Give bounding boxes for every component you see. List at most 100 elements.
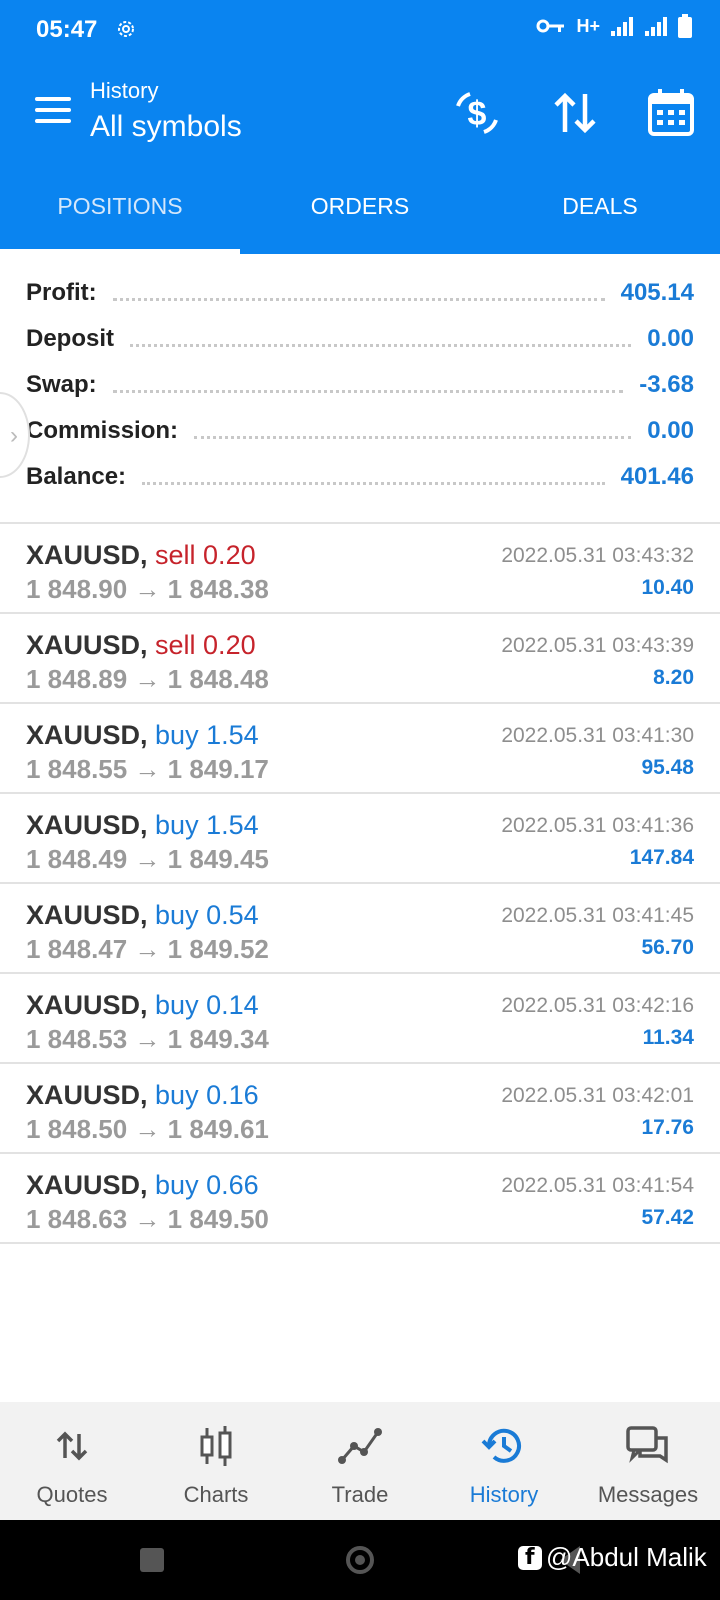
positions-list: XAUUSD, sell 0.20 1 848.90 → 1 848.38 20… bbox=[0, 522, 720, 1244]
deal-prices: 1 848.53 → 1 849.34 bbox=[26, 1024, 269, 1054]
deal-prices: 1 848.50 → 1 849.61 bbox=[26, 1114, 269, 1144]
tab-deals[interactable]: DEALS bbox=[480, 164, 720, 254]
deal-prices: 1 848.55 → 1 849.17 bbox=[26, 754, 269, 784]
settings-notification-icon bbox=[118, 21, 134, 37]
status-time: 05:47 bbox=[36, 16, 98, 43]
summary-deposit: Deposit 0.00 bbox=[0, 316, 720, 362]
summary-commission: Commission: 0.00 bbox=[0, 408, 720, 454]
deal-profit: 57.42 bbox=[641, 1206, 694, 1229]
network-type: H+ bbox=[576, 15, 600, 36]
bottom-navigation: Quotes Charts Trade History Messages bbox=[0, 1402, 720, 1520]
deal-profit: 95.48 bbox=[641, 756, 694, 779]
history-icon bbox=[481, 1428, 521, 1463]
deal-prices: 1 848.89 → 1 848.48 bbox=[26, 664, 269, 694]
deal-profit: 10.40 bbox=[641, 576, 694, 599]
deal-profit: 17.76 bbox=[641, 1116, 694, 1139]
currency-exchange-icon[interactable]: $ bbox=[450, 86, 504, 140]
list-item[interactable]: XAUUSD, buy 0.54 1 848.47 → 1 849.52 202… bbox=[0, 884, 720, 974]
deal-prices: 1 848.49 → 1 849.45 bbox=[26, 844, 269, 874]
symbols-selector[interactable]: All symbols bbox=[90, 110, 242, 144]
deal-side-volume: buy 0.54 bbox=[155, 900, 259, 930]
chevron-right-icon: › bbox=[10, 422, 18, 449]
signal-icon-2 bbox=[645, 17, 667, 36]
menu-icon[interactable] bbox=[30, 88, 76, 134]
deal-side-volume: buy 0.66 bbox=[155, 1170, 259, 1200]
deal-datetime: 2022.05.31 03:43:32 bbox=[501, 544, 694, 567]
deal-datetime: 2022.05.31 03:41:54 bbox=[501, 1174, 694, 1197]
nav-trade[interactable]: Trade bbox=[288, 1402, 432, 1520]
watermark: @Abdul Malik bbox=[518, 1542, 707, 1573]
nav-history[interactable]: History bbox=[432, 1402, 576, 1520]
deal-datetime: 2022.05.31 03:41:30 bbox=[501, 724, 694, 747]
list-item[interactable]: XAUUSD, sell 0.20 1 848.89 → 1 848.48 20… bbox=[0, 614, 720, 704]
list-item[interactable]: XAUUSD, buy 0.16 1 848.50 → 1 849.61 202… bbox=[0, 1064, 720, 1154]
svg-text:$: $ bbox=[468, 95, 487, 133]
deal-title: XAUUSD, buy 1.54 bbox=[26, 720, 259, 751]
symbol: XAUUSD, bbox=[26, 1080, 148, 1110]
watermark-text: @Abdul Malik bbox=[546, 1542, 707, 1572]
symbol: XAUUSD, bbox=[26, 1170, 148, 1200]
deal-prices: 1 848.90 → 1 848.38 bbox=[26, 574, 269, 604]
list-item[interactable]: XAUUSD, sell 0.20 1 848.90 → 1 848.38 20… bbox=[0, 524, 720, 614]
recent-apps-button[interactable] bbox=[140, 1548, 164, 1572]
symbol: XAUUSD, bbox=[26, 540, 148, 570]
tab-orders[interactable]: ORDERS bbox=[240, 164, 480, 254]
summary-label: Swap: bbox=[26, 371, 97, 398]
list-item[interactable]: XAUUSD, buy 0.66 1 848.63 → 1 849.50 202… bbox=[0, 1154, 720, 1244]
deal-profit: 147.84 bbox=[629, 846, 694, 869]
calendar-icon[interactable] bbox=[644, 86, 698, 140]
app-bar: History All symbols $ bbox=[0, 60, 720, 164]
dotted-leader bbox=[130, 343, 632, 347]
charts-icon bbox=[200, 1426, 232, 1466]
nav-quotes[interactable]: Quotes bbox=[0, 1402, 144, 1520]
deal-title: XAUUSD, sell 0.20 bbox=[26, 630, 256, 661]
deal-side-volume: buy 1.54 bbox=[155, 720, 259, 750]
deal-profit: 56.70 bbox=[641, 936, 694, 959]
nav-label: Charts bbox=[183, 1482, 249, 1507]
deal-prices: 1 848.47 → 1 849.52 bbox=[26, 934, 269, 964]
summary-balance: Balance: 401.46 bbox=[0, 454, 720, 500]
status-icons: H+ bbox=[536, 14, 692, 38]
symbol: XAUUSD, bbox=[26, 720, 148, 750]
summary-value: 0.00 bbox=[647, 325, 694, 352]
nav-label: Trade bbox=[331, 1482, 389, 1507]
dotted-leader bbox=[112, 389, 624, 393]
deal-side-volume: buy 0.14 bbox=[155, 990, 259, 1020]
list-item[interactable]: XAUUSD, buy 1.54 1 848.55 → 1 849.17 202… bbox=[0, 704, 720, 794]
quotes-icon bbox=[56, 1431, 88, 1461]
nav-label: Messages bbox=[597, 1482, 699, 1507]
symbol: XAUUSD, bbox=[26, 630, 148, 660]
battery-icon bbox=[678, 14, 692, 38]
deal-datetime: 2022.05.31 03:43:39 bbox=[501, 634, 694, 657]
deal-title: XAUUSD, buy 0.66 bbox=[26, 1170, 259, 1201]
summary-value: 405.14 bbox=[620, 279, 694, 306]
summary-label: Profit: bbox=[26, 279, 97, 306]
status-bar: 05:47 H+ bbox=[0, 0, 720, 60]
sort-icon[interactable] bbox=[548, 86, 602, 140]
summary-label: Commission: bbox=[26, 417, 179, 444]
home-button[interactable] bbox=[346, 1546, 374, 1574]
trade-icon bbox=[338, 1428, 382, 1464]
summary-swap: Swap: -3.68 bbox=[0, 362, 720, 408]
summary-label: Deposit bbox=[26, 325, 115, 352]
deal-profit: 8.20 bbox=[653, 666, 694, 689]
deal-title: XAUUSD, buy 0.16 bbox=[26, 1080, 259, 1111]
deal-side-volume: sell 0.20 bbox=[155, 630, 256, 660]
facebook-icon bbox=[518, 1545, 542, 1570]
nav-charts[interactable]: Charts bbox=[144, 1402, 288, 1520]
tab-positions[interactable]: POSITIONS bbox=[0, 164, 240, 254]
deal-profit: 11.34 bbox=[642, 1026, 694, 1049]
vpn-key-icon bbox=[536, 19, 565, 33]
symbol: XAUUSD, bbox=[26, 810, 148, 840]
summary-profit: Profit: 405.14 bbox=[0, 270, 720, 316]
messages-icon bbox=[626, 1426, 668, 1464]
deal-prices: 1 848.63 → 1 849.50 bbox=[26, 1204, 269, 1234]
deal-side-volume: buy 0.16 bbox=[155, 1080, 259, 1110]
app-bar-subtitle: History bbox=[90, 78, 159, 103]
list-item[interactable]: XAUUSD, buy 0.14 1 848.53 → 1 849.34 202… bbox=[0, 974, 720, 1064]
list-item[interactable]: XAUUSD, buy 1.54 1 848.49 → 1 849.45 202… bbox=[0, 794, 720, 884]
nav-messages[interactable]: Messages bbox=[576, 1402, 720, 1520]
summary-label: Balance: bbox=[26, 463, 127, 490]
nav-label: History bbox=[469, 1482, 539, 1507]
symbol: XAUUSD, bbox=[26, 900, 148, 930]
